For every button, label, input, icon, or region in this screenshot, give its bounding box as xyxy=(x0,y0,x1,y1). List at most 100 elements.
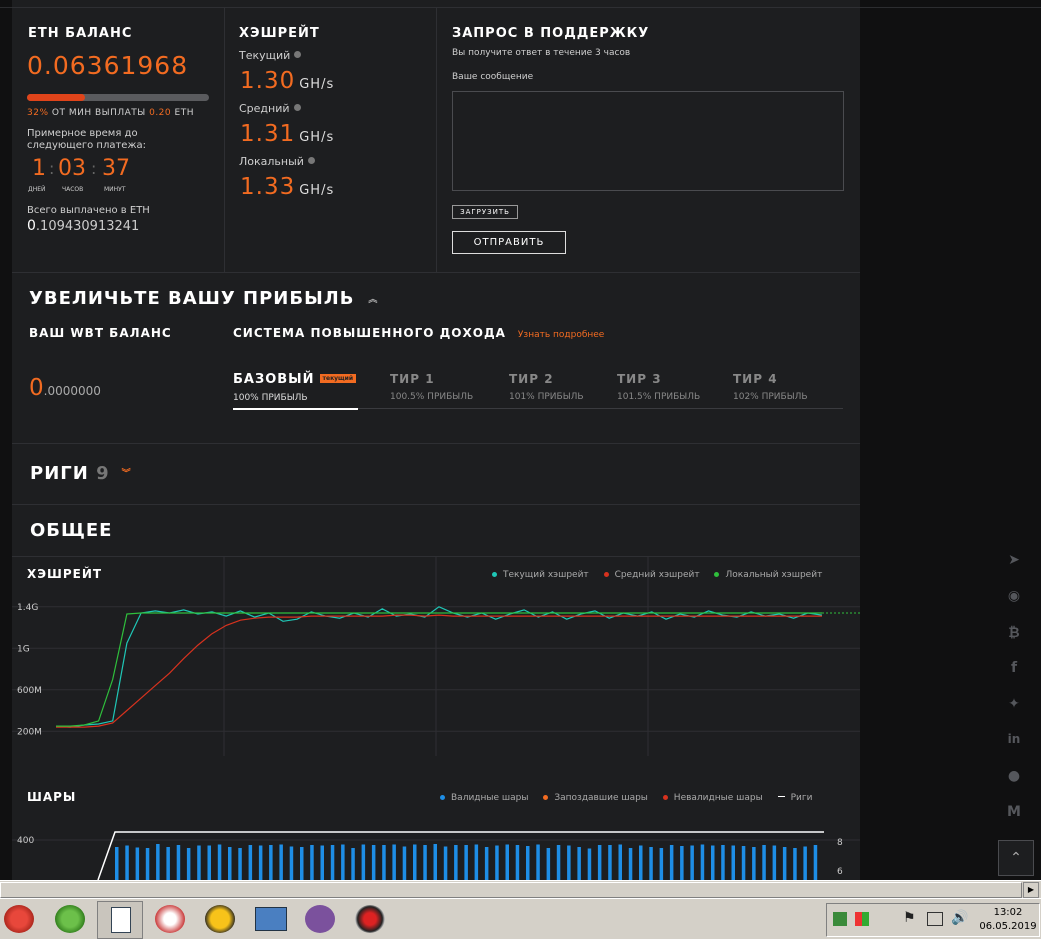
chevron-up-icon[interactable]: ︽ xyxy=(368,295,378,305)
bar xyxy=(680,846,684,880)
github-icon[interactable]: ◉ xyxy=(1004,588,1024,604)
learn-more-link[interactable]: Узнать подробнее xyxy=(518,330,604,340)
calculator-icon[interactable] xyxy=(97,901,143,939)
bar xyxy=(813,845,818,880)
eta-minutes: 37 xyxy=(102,156,130,181)
tier-1: ТИР 1 100.5% ПРИБЫЛЬ xyxy=(390,372,474,402)
medium-icon[interactable]: M xyxy=(1004,804,1024,820)
bar xyxy=(371,845,376,880)
send-button[interactable]: ОТПРАВИТЬ xyxy=(452,231,566,254)
chevron-down-icon[interactable]: ︾ xyxy=(122,469,132,479)
upload-button[interactable]: ЗАГРУЗИТЬ xyxy=(452,205,518,219)
twitter-icon[interactable]: ✦ xyxy=(1004,696,1024,712)
eta-hours-label: ЧАСОВ xyxy=(62,186,84,193)
telegram-icon[interactable]: ➤ xyxy=(1004,552,1024,568)
legend-rigs[interactable]: Риги xyxy=(791,793,813,803)
scrollbar-thumb[interactable] xyxy=(0,882,1022,898)
info-icon[interactable] xyxy=(293,104,301,111)
snipping-tool-icon[interactable] xyxy=(155,905,185,933)
bar xyxy=(567,845,571,880)
app-icon[interactable] xyxy=(55,905,85,933)
recorder-icon[interactable] xyxy=(355,905,385,933)
tier-4: ТИР 4 102% ПРИБЫЛЬ xyxy=(733,372,808,402)
bar xyxy=(258,845,263,880)
bar xyxy=(166,847,170,880)
bar xyxy=(382,845,386,880)
bar xyxy=(464,845,468,880)
y-tick-label: 1G xyxy=(17,644,30,654)
horizontal-scrollbar[interactable]: ▶ xyxy=(0,880,1041,899)
bar xyxy=(628,848,633,880)
legend-stale[interactable]: Запоздавшие шары xyxy=(554,793,648,803)
bar xyxy=(669,845,674,880)
bar xyxy=(556,845,561,880)
monitor-icon[interactable] xyxy=(927,912,943,926)
bar xyxy=(433,844,437,880)
legend-valid[interactable]: Валидные шары xyxy=(451,793,528,803)
bar xyxy=(762,845,766,880)
bar xyxy=(659,848,664,880)
hashrate-chart: 1.4G 1G 600M 200M xyxy=(12,556,860,756)
message-input[interactable] xyxy=(452,91,844,191)
series-line-2 xyxy=(56,612,822,727)
tray-app-icon[interactable] xyxy=(833,912,847,926)
volume-icon[interactable]: 🔊 xyxy=(951,910,968,926)
divider xyxy=(224,8,225,272)
tier-track-active xyxy=(233,408,358,410)
system-tray: ⚑ 🔊 13:02 06.05.2019 xyxy=(826,903,1040,937)
taskbar: ⚑ 🔊 13:02 06.05.2019 xyxy=(0,898,1041,939)
general-title: ОБЩЕЕ xyxy=(30,520,113,541)
bar xyxy=(577,847,581,880)
bar xyxy=(474,844,479,880)
y-tick-label: 1.4G xyxy=(17,603,38,613)
bar xyxy=(176,845,181,880)
bar xyxy=(454,845,458,880)
bar xyxy=(536,844,540,880)
profit-title: УВЕЛИЧЬТЕ ВАШУ ПРИБЫЛЬ ︽ xyxy=(29,288,379,309)
shares-chart-legend: Валидные шары Запоздавшие шары Невалидны… xyxy=(428,793,812,803)
info-icon[interactable] xyxy=(307,157,315,164)
info-icon[interactable] xyxy=(294,51,302,58)
bitcoin-icon[interactable]: ₿ xyxy=(1004,624,1024,641)
bar xyxy=(752,847,756,880)
bar xyxy=(115,847,119,880)
scroll-right-arrow[interactable]: ▶ xyxy=(1023,882,1039,898)
facebook-icon[interactable]: f xyxy=(1004,660,1024,676)
bar xyxy=(228,847,232,880)
linkedin-icon[interactable]: in xyxy=(1004,732,1024,746)
chevron-up-icon: ⌃ xyxy=(1010,850,1022,866)
clock[interactable]: 13:02 06.05.2019 xyxy=(979,906,1037,934)
tray-windows-icon[interactable] xyxy=(855,912,869,926)
bar xyxy=(330,845,335,880)
divider xyxy=(12,443,860,444)
hashrate-average-value: 1.31 GH/s xyxy=(240,121,335,147)
aimp-icon[interactable] xyxy=(205,905,235,933)
bar xyxy=(721,845,725,880)
eta-label: Примерное время до следующего платежа: xyxy=(27,128,146,151)
bar xyxy=(197,845,201,880)
bar xyxy=(608,845,612,880)
bar xyxy=(186,848,191,880)
scroll-top-button[interactable]: ⌃ xyxy=(998,840,1034,876)
viber-icon[interactable] xyxy=(305,905,335,933)
bar xyxy=(515,845,520,880)
bar xyxy=(711,845,715,880)
flag-icon[interactable]: ⚑ xyxy=(903,910,916,926)
tier-base: БАЗОВЫЙ текущий 100% ПРИБЫЛЬ xyxy=(233,372,357,403)
y-tick-label: 400 xyxy=(17,836,34,846)
bar xyxy=(526,846,530,880)
hashrate-current-label: Текущий xyxy=(239,49,302,62)
bar xyxy=(145,848,150,880)
legend-invalid[interactable]: Невалидные шары xyxy=(674,793,763,803)
series-line-1 xyxy=(56,614,822,728)
reddit-icon[interactable]: ● xyxy=(1004,768,1024,784)
bar xyxy=(649,847,653,880)
bar xyxy=(413,844,417,880)
network-icon[interactable] xyxy=(255,907,287,931)
bar xyxy=(772,845,777,880)
ccleaner-icon[interactable] xyxy=(4,905,34,933)
bar xyxy=(423,845,427,880)
bar xyxy=(484,847,489,880)
rigs-count: 9 xyxy=(96,463,110,484)
hashrate-current-value: 1.30 GH/s xyxy=(240,68,335,94)
